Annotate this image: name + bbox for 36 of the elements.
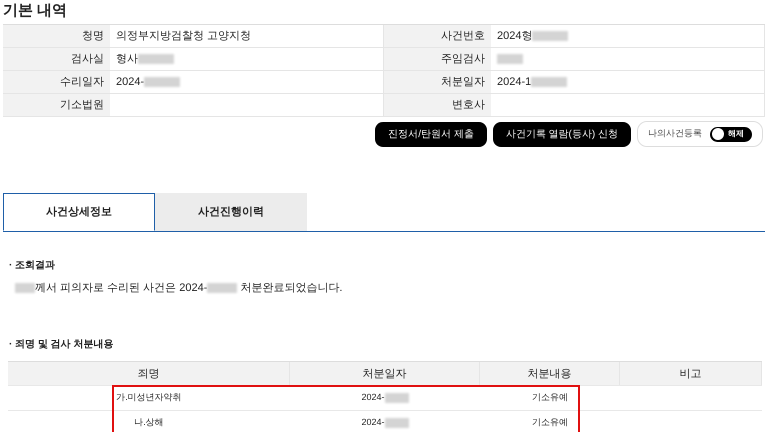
field-value: 2024-1 [497, 74, 532, 90]
table-cell-text: 가.미성년자약취 [115, 390, 183, 404]
field-value: 2024형 [497, 28, 532, 44]
field-label: 검사실 [3, 48, 110, 70]
field-label: 수리일자 [3, 71, 110, 93]
page-title: 기본 내역 [3, 2, 68, 21]
section-heading: · 죄명 및 검사 처분내용 [9, 338, 114, 352]
field-label: 처분일자 [384, 71, 491, 93]
tab[interactable]: 사건진행이력 [155, 193, 307, 231]
result-message-end: 처분완료되었습니다. [240, 281, 342, 296]
action-button[interactable]: 사건기록 열람(등사) 신청 [492, 122, 631, 146]
field-value: 의정부지방검찰청 고양지청 [116, 28, 252, 44]
field-label: 주임검사 [384, 48, 491, 70]
column-header: 죄명 [8, 362, 290, 384]
table-cell-text: 기소유예 [531, 416, 569, 429]
section-heading: · 조회결과 [9, 259, 56, 273]
field-label: 청명 [3, 25, 110, 47]
column-header: 처분내용 [480, 362, 620, 384]
result-message-start: 께서 피의자로 수리된 사건은 2024- [35, 281, 208, 296]
field-value: 형사 [116, 52, 138, 67]
field-value: 2024- [116, 74, 144, 90]
toggle-switch[interactable]: 해제 [710, 126, 752, 142]
action-button[interactable]: 진정서/탄원서 제출 [375, 122, 487, 146]
field-label: 변호사 [384, 94, 491, 116]
redaction-mark [207, 283, 238, 294]
column-header: 비고 [620, 362, 762, 384]
column-header: 처분일자 [290, 362, 480, 384]
table-cell-text: 기소유예 [531, 390, 569, 404]
table-cell-text: 2024- [361, 416, 385, 429]
my-case-label: 나의사건등록 [648, 127, 702, 140]
table-cell-text: 2024- [361, 390, 385, 404]
field-label: 사건번호 [384, 25, 491, 47]
table-cell-text: 나.상해 [133, 416, 165, 429]
field-label: 기소법원 [3, 94, 110, 116]
tab[interactable]: 사건상세정보 [3, 193, 155, 231]
switch-knob-icon [712, 128, 724, 140]
